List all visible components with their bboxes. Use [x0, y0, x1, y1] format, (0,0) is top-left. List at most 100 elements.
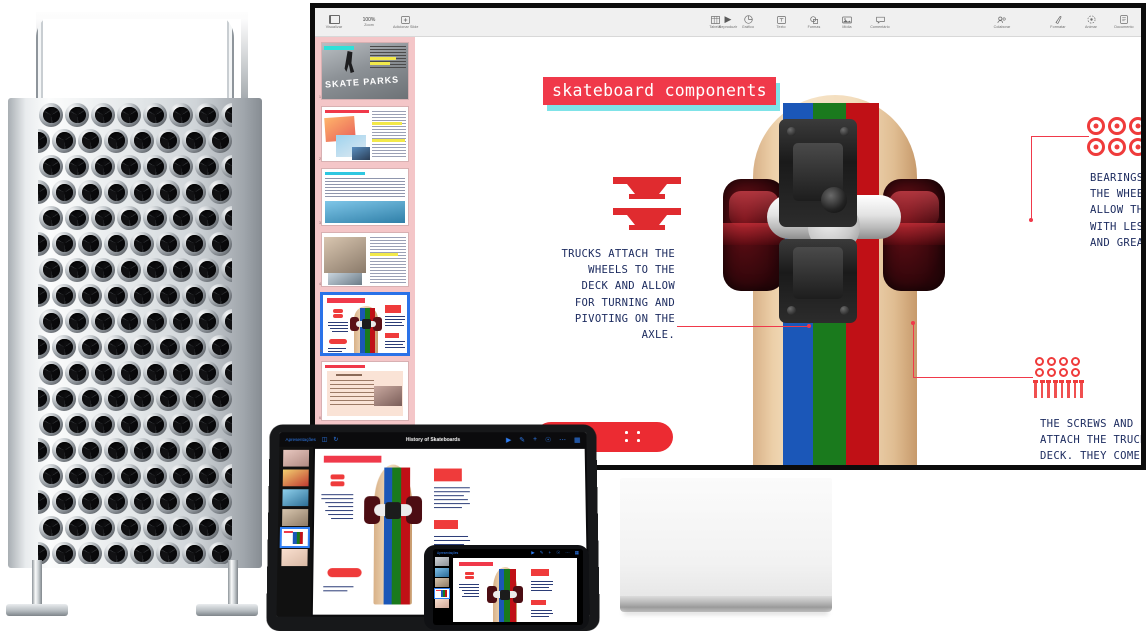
play-icon[interactable]: ▶	[531, 550, 534, 556]
slide-thumbnail-4[interactable]: 4	[319, 232, 409, 287]
iphone-thumb-4[interactable]	[434, 587, 450, 599]
lattice-hole	[207, 231, 232, 257]
nuts-graphic	[1035, 357, 1083, 379]
leader-line-bearings-v	[1031, 136, 1033, 221]
slide-thumbnail-1[interactable]: 1 SKATE PARKS	[319, 42, 409, 100]
sidebar-icon[interactable]: ◫	[322, 436, 328, 443]
lattice-hole	[181, 179, 207, 205]
media-icon	[842, 14, 852, 25]
insert-icon[interactable]: +	[549, 550, 552, 556]
insert-media-button[interactable]: Mídia	[836, 14, 858, 30]
slide-thumbnail-5[interactable]: 5	[320, 293, 409, 355]
add-slide-icon	[401, 14, 411, 25]
ipad-thumb-2[interactable]	[282, 469, 309, 487]
lattice-hole	[38, 515, 64, 541]
document-button[interactable]: Documento	[1113, 14, 1135, 30]
slide-thumbnail-3[interactable]: 3	[319, 168, 409, 226]
lattice-hole	[129, 489, 155, 515]
lattice-row	[38, 360, 232, 386]
more-icon[interactable]: ⋯	[559, 436, 566, 444]
ipad-thumb-3[interactable]	[282, 489, 309, 507]
lattice-hole	[181, 283, 207, 309]
ipad-thumb-6[interactable]	[281, 549, 308, 567]
view-button[interactable]: Visualizar	[323, 14, 345, 30]
lattice-hole	[64, 257, 90, 283]
document-icon[interactable]: ▦	[574, 436, 581, 444]
lattice-hole	[90, 205, 116, 231]
mac-pro-tower	[0, 0, 270, 630]
lattice-row	[38, 463, 232, 489]
format-icon[interactable]: ✎	[519, 436, 525, 444]
ipad-slide-navigator[interactable]	[276, 446, 314, 617]
iphone-slide-navigator[interactable]	[433, 556, 451, 625]
lattice-hole	[207, 179, 232, 205]
undo-icon[interactable]: ↻	[333, 436, 338, 443]
lattice-hole	[38, 412, 64, 438]
lattice-hole	[194, 102, 220, 128]
play-icon[interactable]: ▶	[506, 436, 511, 444]
lattice-hole	[90, 308, 116, 334]
collaborate-icon[interactable]: ☉	[556, 550, 560, 556]
lattice-hole	[116, 360, 142, 386]
more-icon[interactable]: ⋯	[565, 550, 570, 556]
lattice-hole	[38, 360, 64, 386]
collaborate-button[interactable]: Colaborar	[991, 14, 1013, 30]
collaborate-icon[interactable]: ☉	[545, 436, 551, 444]
lattice-hole	[51, 386, 77, 412]
iphone-app-name[interactable]: Apresentações	[433, 551, 458, 555]
lattice-hole	[168, 412, 194, 438]
insert-chart-button[interactable]: Gráfico	[737, 14, 759, 30]
slide-navigator[interactable]: 1 SKATE PARKS 2 3 4 5 6	[315, 37, 415, 465]
lattice-hole	[168, 102, 194, 128]
collaborate-icon	[997, 14, 1007, 25]
insert-comment-button[interactable]: Comentário	[869, 14, 891, 30]
insert-shape-button[interactable]: Formas	[803, 14, 825, 30]
lattice-hole	[51, 179, 77, 205]
lattice-hole	[168, 205, 194, 231]
ipad-thumb-1[interactable]	[283, 449, 310, 467]
document-icon[interactable]: ▦	[575, 550, 579, 556]
ipad-thumb-4[interactable]	[282, 509, 309, 527]
lattice-hole	[142, 102, 168, 128]
animate-icon	[1087, 14, 1096, 25]
zoom-control[interactable]: 100% Zoom	[358, 17, 380, 28]
lattice-hole	[155, 231, 181, 257]
lattice-hole	[116, 205, 142, 231]
comment-icon	[875, 14, 885, 25]
animate-button[interactable]: Animar	[1080, 14, 1102, 30]
lattice-hole	[142, 205, 168, 231]
lattice-hole	[64, 308, 90, 334]
insert-icon[interactable]: +	[533, 436, 537, 444]
lattice-hole	[103, 437, 129, 463]
iphone-thumb-1[interactable]	[435, 557, 449, 566]
iphone-thumb-5[interactable]	[435, 599, 449, 608]
lattice-hole	[38, 231, 51, 257]
lattice-row	[38, 437, 232, 463]
format-icon[interactable]: ✎	[540, 550, 544, 556]
pro-display: Visualizar 100% Zoom Adicionar Slide ▶ R…	[310, 3, 1146, 470]
lattice-hole	[155, 437, 181, 463]
ipad-thumb-5[interactable]	[279, 526, 310, 548]
keynote-toolbar: Visualizar 100% Zoom Adicionar Slide ▶ R…	[315, 8, 1141, 37]
iphone: Apresentações ▶ ✎ + ☉ ⋯ ▦	[424, 545, 589, 630]
lattice-hole	[116, 102, 142, 128]
bolts-graphic	[1033, 380, 1085, 398]
iphone-slide-canvas[interactable]	[453, 558, 577, 622]
lattice-row	[38, 515, 232, 541]
lattice-hole	[181, 128, 207, 154]
slide-thumbnail-2[interactable]: 2	[319, 106, 409, 162]
insert-table-button[interactable]: Tabela	[704, 14, 726, 30]
iphone-thumb-3[interactable]	[435, 578, 449, 587]
iphone-thumb-2[interactable]	[435, 567, 449, 577]
add-slide-button[interactable]: Adicionar Slide	[393, 14, 418, 30]
slide-canvas[interactable]: skateboard components TRUCKS ATTACH THE …	[415, 37, 1141, 465]
lattice-hole	[90, 257, 116, 283]
lattice-hole	[64, 463, 90, 489]
format-button[interactable]: Formatar	[1047, 14, 1069, 30]
lattice-hole	[194, 257, 220, 283]
lattice-row	[38, 154, 232, 180]
insert-text-button[interactable]: Texto	[770, 14, 792, 30]
slide-thumbnail-6[interactable]: 6	[319, 361, 409, 421]
lattice-row	[38, 489, 232, 515]
ipad-app-name[interactable]: Apresentações	[285, 437, 315, 442]
